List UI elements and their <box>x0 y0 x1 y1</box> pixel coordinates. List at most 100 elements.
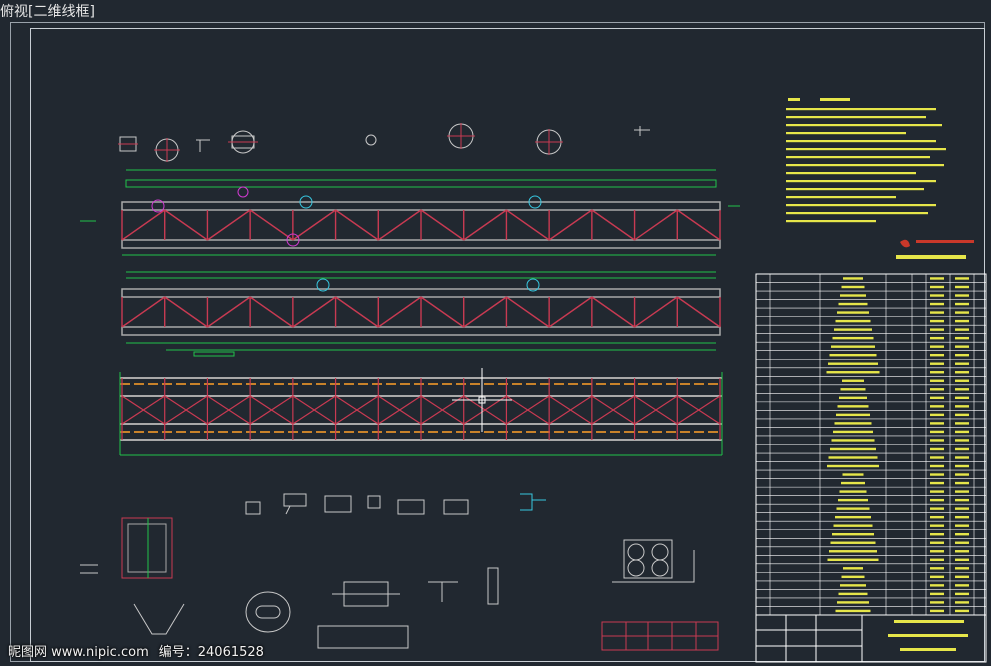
bom-cell-text <box>838 302 868 306</box>
bom-cell-text <box>930 439 944 442</box>
bom-cell-text <box>955 507 969 510</box>
bom-cell-text <box>930 609 944 613</box>
bom-cell-text <box>930 498 944 502</box>
company-logo-icon <box>896 239 974 259</box>
bom-cell-text <box>837 311 869 314</box>
bom-cell-text <box>829 550 877 553</box>
title-block <box>755 614 987 663</box>
truss-diagonal-member <box>121 209 166 241</box>
bom-cell-text <box>955 473 969 476</box>
truss-diagonal-member <box>207 209 251 241</box>
notes-line <box>786 140 936 143</box>
detail-symbol <box>634 126 650 136</box>
bom-cell-text <box>955 550 969 553</box>
bom-cell-text <box>930 575 944 579</box>
bom-cell-text <box>842 379 864 382</box>
truss-diagonal-member <box>377 209 422 241</box>
bom-cell-text <box>955 515 969 519</box>
bom-cell-text <box>955 379 969 382</box>
notes-line <box>786 172 916 175</box>
bom-cell-text <box>955 336 969 340</box>
bom-cell-text <box>839 396 867 400</box>
bom-cell-text <box>833 430 873 434</box>
detail-symbols-row <box>118 123 650 162</box>
bom-cell-text <box>839 490 867 493</box>
bom-cell-text <box>831 439 875 442</box>
bom-cell-text <box>841 285 865 289</box>
truss-diagonal-member <box>420 296 465 328</box>
bom-cell-text <box>955 567 969 570</box>
bom-cell-text <box>837 405 869 408</box>
notes-line <box>786 156 930 159</box>
notes-line <box>786 220 876 223</box>
bom-cell-text <box>930 277 944 280</box>
detail-symbol <box>154 138 180 162</box>
truss-diagonal-member <box>548 296 593 328</box>
notes-line <box>786 188 924 191</box>
bom-cell-text <box>955 498 969 502</box>
detail-symbol <box>535 129 563 155</box>
bom-cell-text <box>930 405 944 408</box>
bom-cell-text <box>955 396 969 400</box>
bom-cell-text <box>841 575 865 579</box>
truss-diagonal-member <box>207 296 251 328</box>
bom-cell-text <box>930 481 944 485</box>
notes-line <box>786 108 936 111</box>
bom-cell-text <box>955 439 969 442</box>
bom-cell-text <box>930 592 944 596</box>
bom-cell-text <box>955 294 969 297</box>
bom-cell-text <box>955 575 969 579</box>
bom-cell-text <box>836 507 870 510</box>
bom-cell-text <box>828 456 878 459</box>
bom-cell-text <box>831 345 875 348</box>
detail-symbol <box>447 123 475 149</box>
bom-cell-text <box>930 388 944 391</box>
bom-cell-text <box>955 481 969 485</box>
bom-cell-text <box>930 336 944 340</box>
detail-symbol <box>196 139 210 152</box>
bom-cell-text <box>843 567 863 570</box>
bom-cell-text <box>955 353 969 357</box>
bom-cell-text <box>836 413 870 417</box>
truss-diagonal-member <box>676 296 721 328</box>
truss-diagonal-member <box>463 296 507 328</box>
bom-cell-text <box>930 362 944 365</box>
notes-line <box>786 132 906 135</box>
bom-cell-text <box>930 533 944 536</box>
bom-cell-text <box>837 601 869 604</box>
truss-elevation-1 <box>80 169 740 256</box>
bom-cell-text <box>955 609 969 613</box>
bom-cell-text <box>930 353 944 357</box>
bom-cell-text <box>930 311 944 314</box>
bom-cell-text <box>955 388 969 391</box>
bom-cell-text <box>832 533 874 536</box>
bom-cell-text <box>830 541 876 544</box>
bom-cell-text <box>955 319 969 323</box>
bom-cell-text <box>930 294 944 297</box>
notes-text-lines <box>786 108 946 223</box>
truss-plan-view <box>119 372 723 456</box>
bom-cell-text <box>828 362 878 365</box>
bom-cell-text <box>955 558 969 561</box>
notes-line <box>786 116 926 119</box>
notes-line <box>786 196 896 199</box>
truss-diagonal-member <box>335 296 379 328</box>
notes-line <box>786 124 942 127</box>
bom-cell-text <box>827 558 879 561</box>
notes-line <box>786 164 944 167</box>
bom-cell-text <box>834 328 872 331</box>
bom-cell-text <box>842 473 864 476</box>
truss-diagonal-member <box>548 209 593 241</box>
bom-cell-text <box>955 533 969 536</box>
bom-cell-text <box>835 515 871 519</box>
bom-cell-text <box>826 371 880 374</box>
watermark-caption: 昵图网 www.nipic.com 编号：24061528 <box>8 643 264 663</box>
notes-line <box>786 148 946 151</box>
truss-diagonal-member <box>634 296 678 328</box>
bom-cell-text <box>832 336 874 340</box>
bom-cell-text <box>930 515 944 519</box>
bom-cell-text <box>930 430 944 434</box>
truss-diagonal-member <box>121 296 166 328</box>
notes-line <box>786 180 936 183</box>
cad-drawing-canvas[interactable] <box>0 0 991 666</box>
